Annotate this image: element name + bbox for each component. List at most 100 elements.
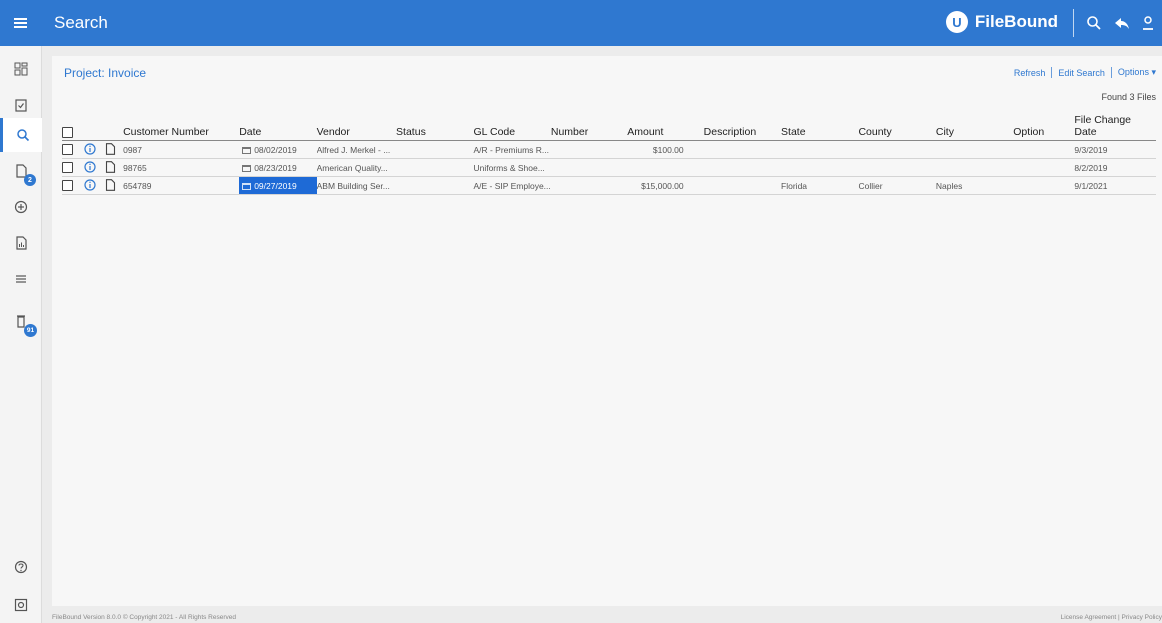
trash-badge: 91 [24, 324, 37, 337]
cell-file-change-date: 8/2/2019 [1074, 158, 1156, 177]
back-reply-icon[interactable] [1112, 13, 1132, 33]
date-value: 09/27/2019 [254, 180, 297, 191]
results-table: Customer Number Date Vendor Status GL Co… [62, 114, 1156, 195]
cell-status [396, 176, 474, 195]
sidebar-item-list[interactable] [0, 262, 42, 296]
dashboard-icon [14, 62, 28, 76]
sidebar-item-add[interactable] [0, 190, 42, 224]
column-header[interactable]: Amount [627, 114, 704, 141]
table-header-row: Customer Number Date Vendor Status GL Co… [62, 114, 1156, 141]
table-row[interactable]: 98765 08/23/2019 American Quality... Uni… [62, 158, 1156, 177]
sidebar-item-tasks[interactable] [0, 88, 42, 122]
footer-copyright: FileBound Version 8.0.0 © Copyright 2021… [52, 614, 236, 621]
cell-city [935, 158, 1014, 177]
cell-county [858, 158, 936, 177]
column-header[interactable]: Date [239, 114, 317, 141]
cell-gl-code: A/R - Premiums R... [473, 140, 551, 159]
column-header[interactable]: Number [550, 114, 628, 141]
info-icon[interactable] [84, 142, 97, 155]
cell-customer-number: 0987 [123, 140, 240, 159]
document-icon[interactable] [105, 142, 116, 155]
table-row[interactable]: 0987 08/02/2019 Alfred J. Merkel - ... A… [62, 140, 1156, 159]
results-count: Found 3 Files [1101, 92, 1156, 102]
column-header[interactable]: File Change Date [1074, 114, 1156, 141]
results-actions: Refresh Edit Search Options ▾ [1014, 67, 1156, 78]
cell-status [396, 158, 474, 177]
top-bar: Search U FileBound [0, 0, 1162, 46]
cell-number [550, 158, 628, 177]
settings-icon [14, 598, 28, 612]
brand-logo-icon: U [945, 11, 968, 33]
cell-description [703, 158, 782, 177]
select-all-cell [62, 114, 85, 141]
help-icon [14, 560, 28, 574]
footer: FileBound Version 8.0.0 © Copyright 2021… [52, 612, 1162, 623]
cell-file-change-date: 9/3/2019 [1074, 140, 1156, 159]
column-header[interactable]: Customer Number [123, 114, 240, 141]
info-icon[interactable] [84, 178, 97, 191]
tasks-icon [15, 99, 27, 112]
search-results-panel: Project: Invoice Refresh Edit Search Opt… [52, 56, 1162, 606]
user-icon[interactable] [1138, 13, 1158, 33]
column-header[interactable]: Vendor [316, 114, 397, 141]
list-icon [16, 275, 26, 283]
documents-badge: 2 [24, 174, 36, 186]
document-icon[interactable] [105, 178, 116, 191]
cell-option [1013, 176, 1075, 195]
cell-number [550, 176, 628, 195]
sidebar-item-trash[interactable]: 91 [0, 304, 42, 338]
row-checkbox[interactable] [62, 180, 73, 192]
table-row[interactable]: 654789 09/27/2019 ABM Building Ser... A/… [62, 176, 1156, 195]
cell-amount [627, 158, 704, 177]
cell-status [396, 140, 474, 159]
hamburger-menu-icon[interactable] [0, 0, 40, 46]
refresh-link[interactable]: Refresh [1014, 68, 1046, 78]
cell-option [1013, 158, 1075, 177]
cell-city [935, 140, 1014, 159]
row-checkbox[interactable] [62, 162, 73, 174]
sidebar-item-search[interactable] [0, 118, 42, 152]
column-header[interactable]: GL Code [473, 114, 551, 141]
sidebar: 2 91 [0, 46, 42, 623]
column-header[interactable]: City [935, 114, 1014, 141]
column-header[interactable]: Status [396, 114, 474, 141]
footer-links[interactable]: License Agreement | Privacy Policy [1061, 614, 1162, 621]
reports-icon [16, 236, 27, 250]
sidebar-item-reports[interactable] [0, 226, 42, 260]
header-divider [1073, 9, 1074, 37]
select-all-checkbox[interactable] [62, 126, 73, 138]
cell-gl-code: Uniforms & Shoe... [473, 158, 551, 177]
column-header[interactable]: County [858, 114, 936, 141]
action-divider [1051, 67, 1053, 78]
sidebar-item-documents[interactable]: 2 [0, 154, 42, 188]
document-icon[interactable] [105, 160, 116, 173]
cell-description [703, 176, 782, 195]
cell-date[interactable]: 08/23/2019 [239, 158, 317, 177]
cell-date-selected[interactable]: 09/27/2019 [239, 176, 317, 195]
search-icon[interactable] [1084, 13, 1104, 33]
options-label: Options [1117, 67, 1149, 77]
search-icon [16, 129, 29, 142]
cell-file-change-date: 9/1/2021 [1074, 176, 1156, 195]
column-header[interactable]: Option [1013, 114, 1075, 141]
cell-customer-number: 654789 [123, 176, 240, 195]
sidebar-item-help[interactable] [0, 550, 42, 584]
cell-amount: $15,000.00 [627, 176, 704, 195]
row-checkbox[interactable] [62, 144, 73, 156]
options-dropdown[interactable]: Options ▾ [1118, 67, 1156, 78]
column-header[interactable]: State [781, 114, 859, 141]
cell-number [550, 140, 628, 159]
cell-vendor: Alfred J. Merkel - ... [316, 140, 397, 159]
cell-gl-code: A/E - SIP Employe... [473, 176, 551, 195]
calendar-icon [242, 146, 252, 154]
column-header[interactable]: Description [703, 114, 782, 141]
brand: U FileBound [945, 11, 1058, 33]
info-icon[interactable] [84, 160, 97, 173]
sidebar-item-settings[interactable] [0, 588, 42, 622]
action-divider [1110, 67, 1112, 78]
cell-date[interactable]: 08/02/2019 [239, 140, 317, 159]
cell-vendor: ABM Building Ser... [316, 176, 397, 195]
edit-search-link[interactable]: Edit Search [1058, 68, 1105, 78]
caret-down-icon: ▾ [1151, 67, 1156, 77]
sidebar-item-dashboard[interactable] [0, 52, 42, 86]
